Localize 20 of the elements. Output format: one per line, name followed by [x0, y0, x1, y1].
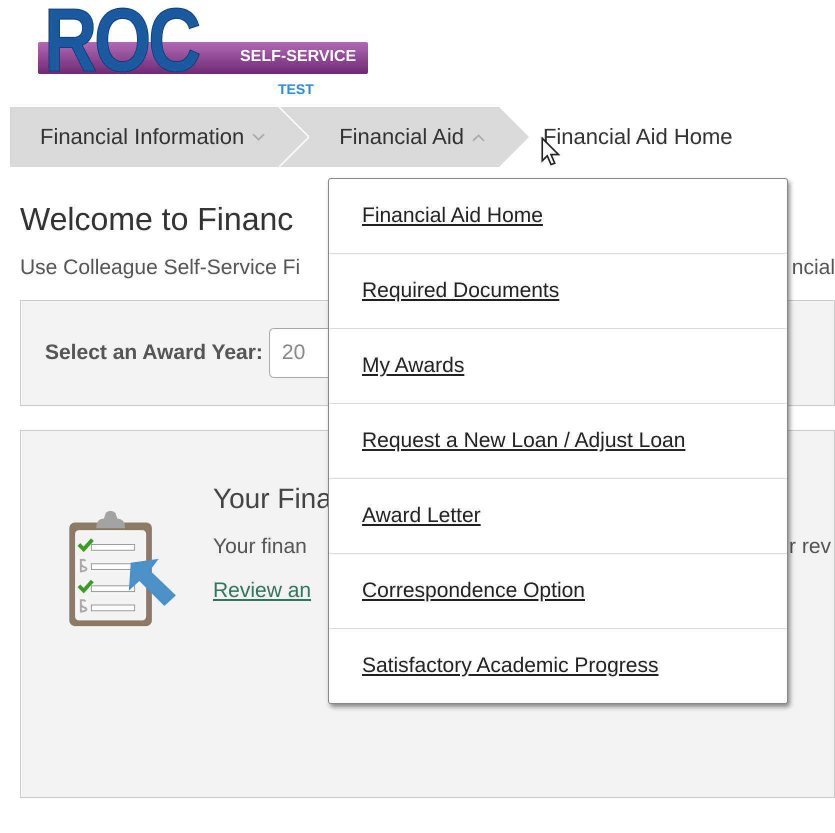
menu-item[interactable]: Correspondence Option: [329, 553, 787, 628]
menu-item[interactable]: Financial Aid Home: [329, 179, 787, 253]
review-link[interactable]: Review an: [213, 579, 312, 603]
breadcrumb-separator: [279, 107, 310, 167]
logo-tagline: SELF-SERVICE: [240, 48, 356, 66]
logo-subtitle-text: TEST: [278, 81, 314, 97]
breadcrumb-menu[interactable]: Financial Aid: [309, 107, 499, 167]
award-year-label: Select an Award Year:: [45, 341, 263, 365]
menu-item[interactable]: Satisfactory Academic Progress: [329, 628, 787, 703]
page-title: Welcome to Financ: [20, 201, 294, 238]
menu-item[interactable]: Award Letter: [329, 478, 787, 553]
menu-item[interactable]: Required Documents: [329, 253, 787, 328]
card-text: Your finan: [213, 535, 307, 559]
breadcrumb-menu[interactable]: Financial Information: [10, 107, 280, 167]
intro-text: ncial: [792, 256, 835, 280]
card-text: r rev: [789, 535, 831, 559]
intro-text: Use Colleague Self-Service Fi: [20, 256, 300, 280]
menu-item[interactable]: My Awards: [329, 328, 787, 403]
breadcrumb-link[interactable]: Financial Aid Home: [528, 107, 835, 167]
menu-item[interactable]: Request a New Loan / Adjust Loan: [329, 403, 787, 478]
